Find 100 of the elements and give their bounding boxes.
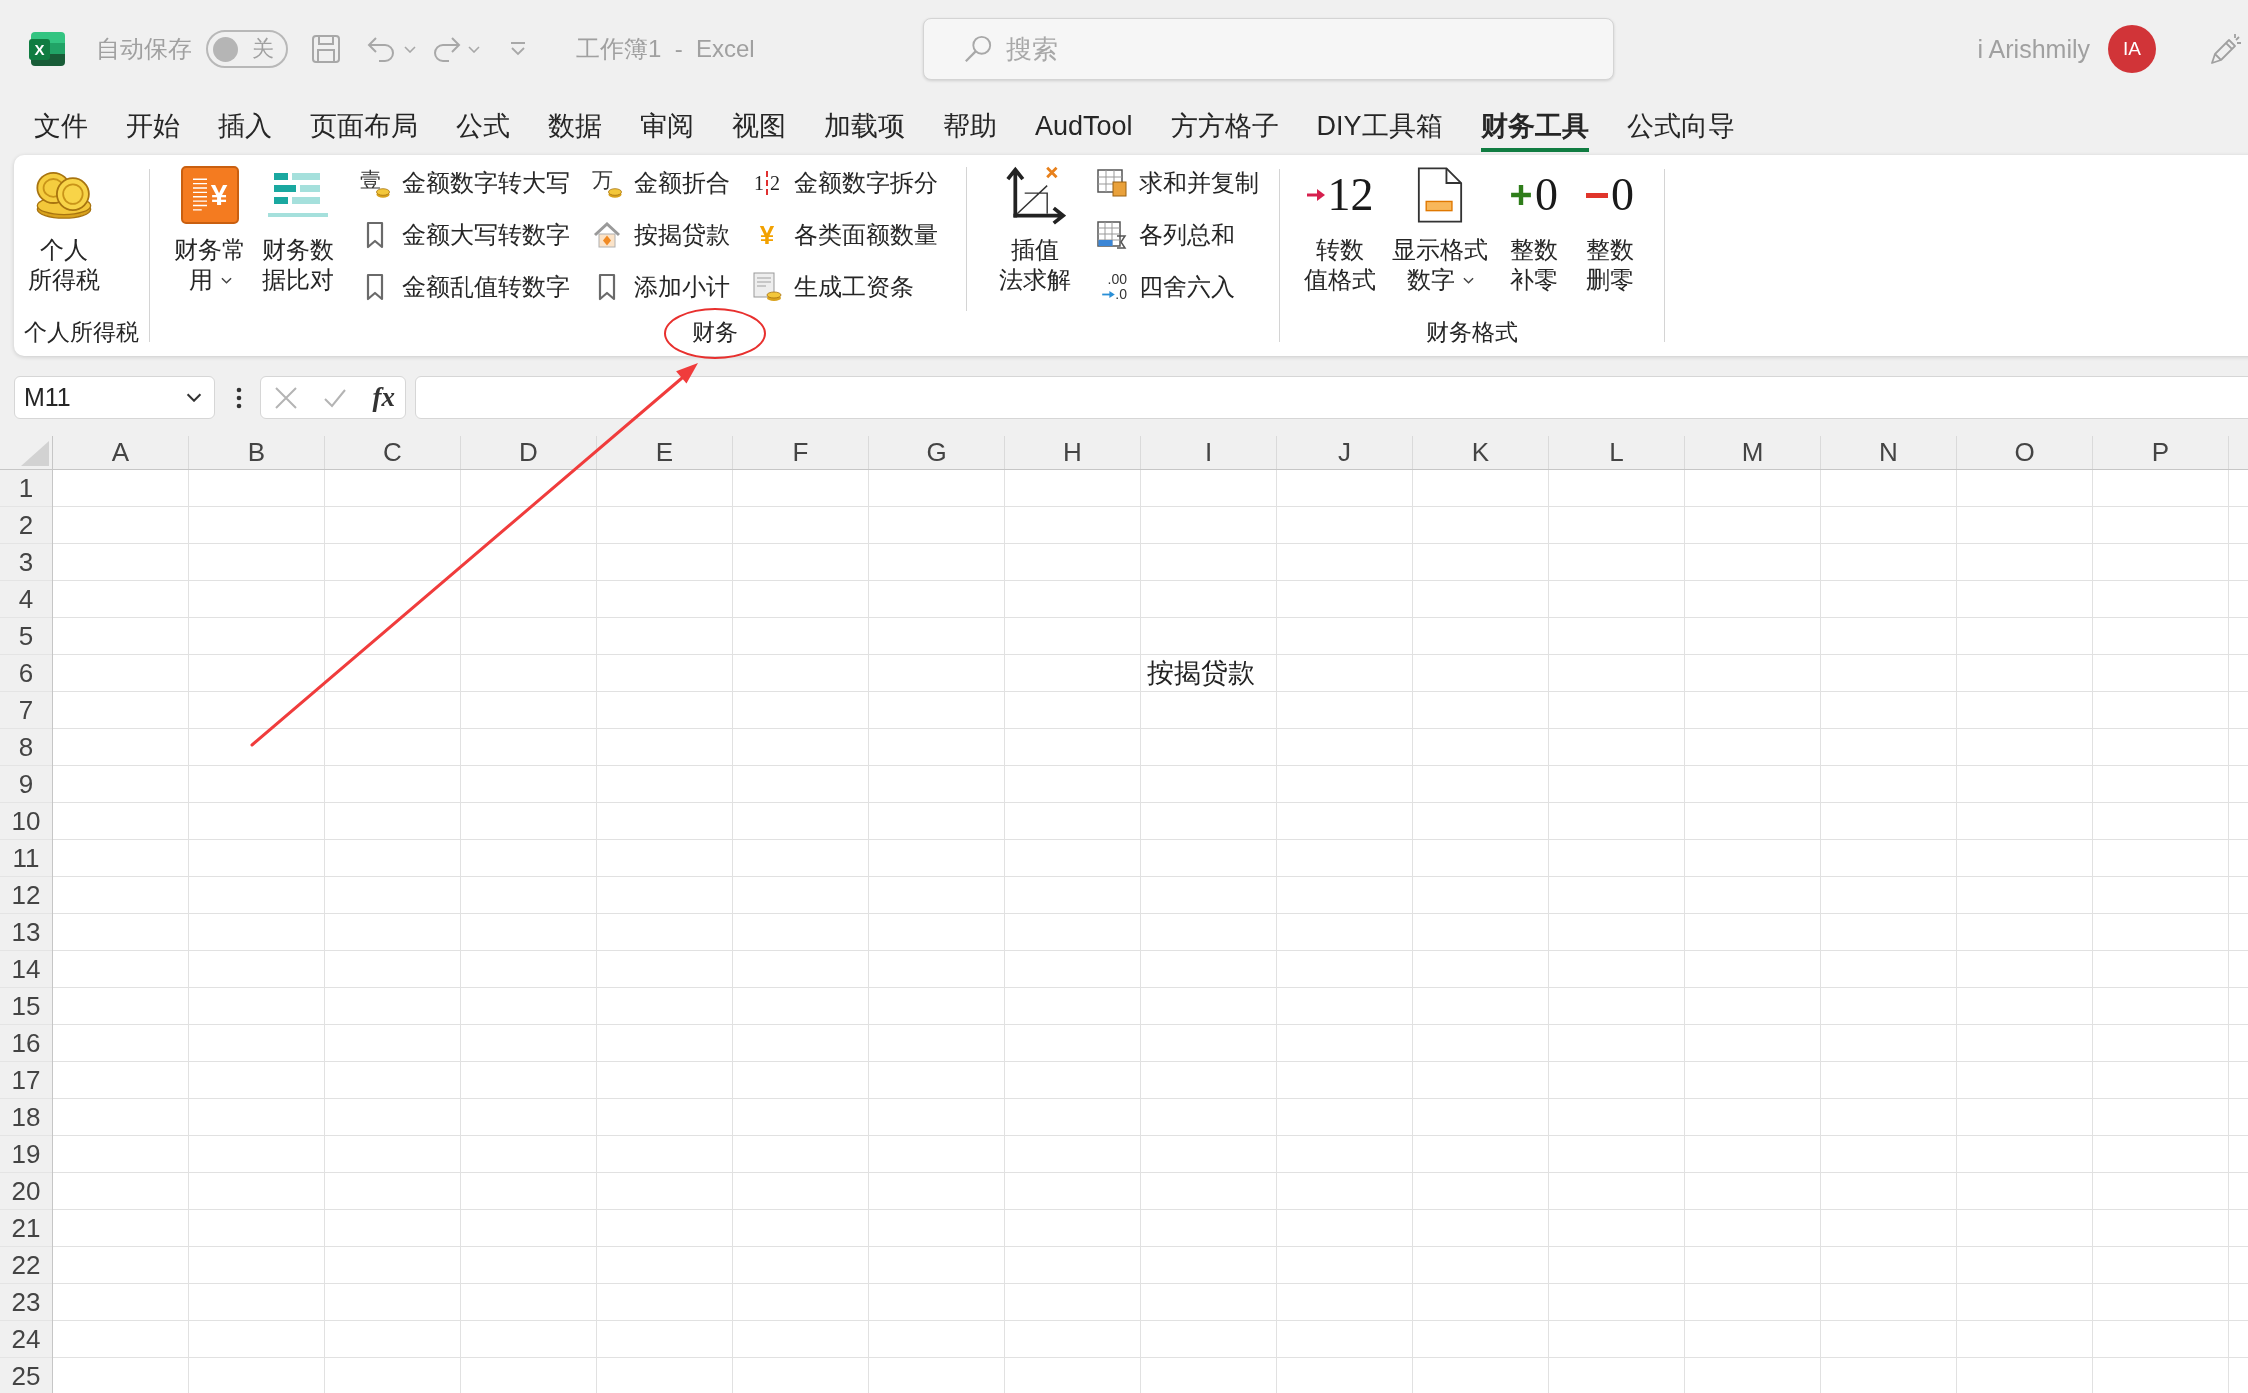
ribbon-tab[interactable]: 公式 xyxy=(456,104,510,152)
ribbon-tab[interactable]: 审阅 xyxy=(640,104,694,152)
ribbon-button[interactable]: 个人 所得税 xyxy=(24,161,104,315)
caret-icon xyxy=(404,45,416,53)
ribbon-button[interactable]: 金额大写转数字 xyxy=(360,213,570,257)
table-icon xyxy=(1097,221,1127,249)
customize-toolbar-icon[interactable] xyxy=(508,41,528,57)
row-header[interactable]: 14 xyxy=(0,951,52,988)
ribbon-button[interactable]: 金额乱值转数字 xyxy=(360,265,570,309)
column-header[interactable]: A xyxy=(53,436,189,469)
search-field[interactable]: 搜索 xyxy=(922,18,1614,80)
ribbon-button[interactable]: 0 整数 删零 xyxy=(1576,161,1644,315)
row-header[interactable]: 11 xyxy=(0,840,52,877)
row-header[interactable]: 21 xyxy=(0,1210,52,1247)
ribbon-tab[interactable]: 加载项 xyxy=(824,104,905,152)
autosave-label: 自动保存 xyxy=(96,34,192,64)
row-header[interactable]: 24 xyxy=(0,1321,52,1358)
row-header[interactable]: 18 xyxy=(0,1099,52,1136)
row-header[interactable]: 16 xyxy=(0,1025,52,1062)
save-icon[interactable] xyxy=(310,33,342,65)
row-header[interactable]: 13 xyxy=(0,914,52,951)
user-avatar[interactable]: IA xyxy=(2108,25,2156,73)
column-header[interactable]: M xyxy=(1685,436,1821,469)
insert-function-button[interactable]: fx xyxy=(372,382,395,413)
row-header[interactable]: 1 xyxy=(0,470,52,507)
axes-icon xyxy=(1004,165,1066,225)
column-header[interactable]: F xyxy=(733,436,869,469)
column-header[interactable]: N xyxy=(1821,436,1957,469)
row-header[interactable]: 10 xyxy=(0,803,52,840)
row-header[interactable]: 19 xyxy=(0,1136,52,1173)
column-header[interactable]: D xyxy=(461,436,597,469)
yen-icon: ¥ xyxy=(759,221,775,249)
ribbon-tab[interactable]: 视图 xyxy=(732,104,786,152)
column-header[interactable]: C xyxy=(325,436,461,469)
ribbon-tab[interactable]: 公式向导 xyxy=(1626,104,1735,152)
ribbon-button[interactable]: 壹 金额数字转大写 xyxy=(360,161,570,205)
ribbon-button[interactable]: 显示格式 数字 xyxy=(1388,161,1492,315)
ribbon-button[interactable]: 财务数 据比对 xyxy=(258,161,338,315)
formula-input[interactable] xyxy=(415,376,2248,419)
ribbon-button[interactable]: 各列总和 xyxy=(1097,213,1259,257)
group-label: 个人所得税 xyxy=(24,318,139,347)
document-icon xyxy=(1417,166,1463,224)
bookmark-icon xyxy=(365,273,385,301)
row-header[interactable]: 3 xyxy=(0,544,52,581)
row-header[interactable]: 12 xyxy=(0,877,52,914)
ribbon-button[interactable]: 添加小计 xyxy=(592,265,730,309)
row-header[interactable]: 5 xyxy=(0,618,52,655)
column-header[interactable]: H xyxy=(1005,436,1141,469)
excel-logo-icon[interactable]: X xyxy=(31,32,65,66)
row-header[interactable]: 9 xyxy=(0,766,52,803)
vertical-dots-icon[interactable] xyxy=(236,386,242,409)
column-header[interactable]: L xyxy=(1549,436,1685,469)
row-header[interactable]: 8 xyxy=(0,729,52,766)
row-header[interactable]: 17 xyxy=(0,1062,52,1099)
ribbon-button[interactable]: 求和并复制 xyxy=(1097,161,1259,205)
ribbon-tab[interactable]: 文件 xyxy=(34,104,88,152)
row-header[interactable]: 23 xyxy=(0,1284,52,1321)
ribbon-button[interactable]: 按揭贷款 xyxy=(592,213,730,257)
ribbon-tab[interactable]: DIY工具箱 xyxy=(1316,104,1443,152)
search-icon xyxy=(962,34,993,64)
ribbon-button[interactable]: ¥ 财务常 用 xyxy=(170,161,250,315)
ribbon-button[interactable]: 插值 法求解 xyxy=(995,161,1075,315)
ribbon-button[interactable]: 万 金额折合 xyxy=(592,161,730,205)
ribbon-tab[interactable]: 帮助 xyxy=(943,104,997,152)
row-header[interactable]: 6 xyxy=(0,655,52,692)
row-header[interactable]: 25 xyxy=(0,1358,52,1393)
column-header[interactable]: I xyxy=(1141,436,1277,469)
ribbon-button[interactable]: ¥ 各类面额数量 xyxy=(752,213,938,257)
row-header[interactable]: 7 xyxy=(0,692,52,729)
row-header[interactable]: 20 xyxy=(0,1173,52,1210)
row-header[interactable]: 2 xyxy=(0,507,52,544)
caret-icon xyxy=(186,393,202,402)
ribbon-tab[interactable]: 开始 xyxy=(126,104,180,152)
column-header[interactable]: P xyxy=(2093,436,2229,469)
row-header[interactable]: 15 xyxy=(0,988,52,1025)
ribbon-tab[interactable]: AudTool xyxy=(1035,104,1133,152)
pen-icon[interactable] xyxy=(2208,32,2242,66)
bars-icon xyxy=(268,173,328,217)
column-header[interactable]: E xyxy=(597,436,733,469)
column-header[interactable]: O xyxy=(1957,436,2093,469)
ribbon-button[interactable]: 生成工资条 xyxy=(752,265,938,309)
column-header[interactable]: B xyxy=(189,436,325,469)
select-all-icon[interactable] xyxy=(21,441,49,466)
ledger-icon: ¥ xyxy=(181,166,239,224)
column-header[interactable]: K xyxy=(1413,436,1549,469)
column-header[interactable]: J xyxy=(1277,436,1413,469)
group-label: 财务格式 xyxy=(1426,318,1518,347)
row-header[interactable]: 4 xyxy=(0,581,52,618)
row-header[interactable]: 22 xyxy=(0,1247,52,1284)
ribbon-tab[interactable]: 插入 xyxy=(218,104,272,152)
ribbon-tab[interactable]: 页面布局 xyxy=(310,104,418,152)
ribbon-tab[interactable]: 数据 xyxy=(548,104,602,152)
ribbon-button[interactable]: 1 2 金额数字拆分 xyxy=(752,161,938,205)
ribbon-tab[interactable]: 方方格子 xyxy=(1170,104,1279,152)
ribbon-button[interactable]: 12 转数 值格式 xyxy=(1300,161,1380,315)
caret-icon xyxy=(468,45,480,53)
column-header[interactable]: G xyxy=(869,436,1005,469)
bookmark-icon xyxy=(365,221,385,249)
name-box[interactable]: M11 xyxy=(14,376,215,419)
ribbon-button[interactable]: 0 整数 补零 xyxy=(1500,161,1568,315)
